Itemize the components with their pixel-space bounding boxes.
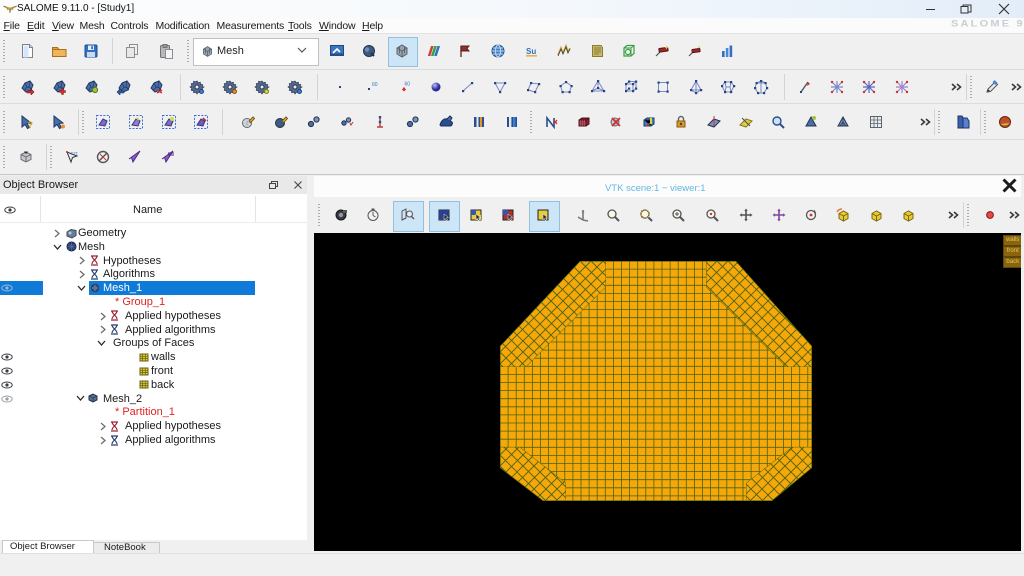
svg-text:?: ? bbox=[28, 120, 34, 130]
svg-text:60: 60 bbox=[372, 82, 378, 88]
svg-text:FIT: FIT bbox=[71, 151, 78, 156]
svg-text:Su: Su bbox=[526, 47, 536, 56]
svg-text:60: 60 bbox=[405, 81, 411, 87]
